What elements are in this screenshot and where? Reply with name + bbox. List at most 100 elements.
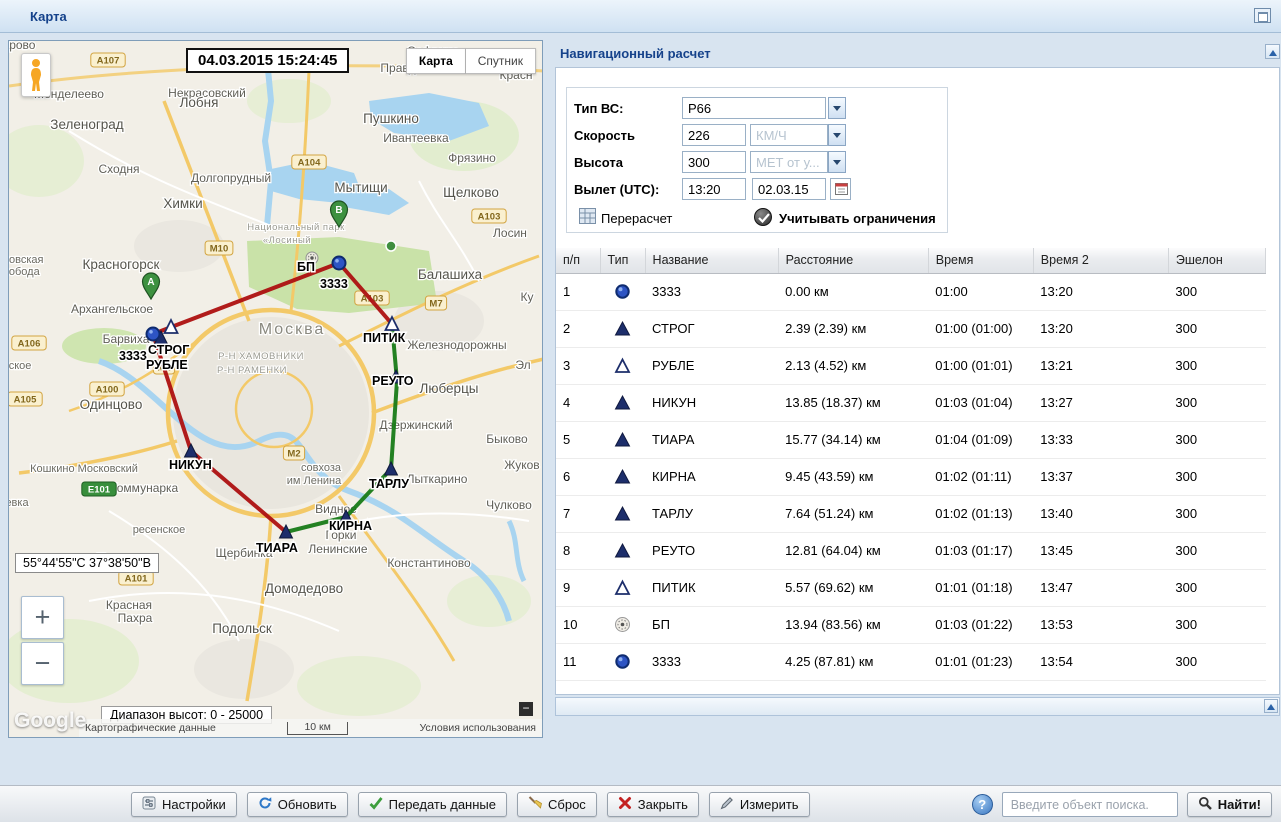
map-town-label: Домодедово bbox=[265, 581, 343, 596]
altitude-unit-field[interactable] bbox=[750, 151, 828, 173]
waypoint-label: 3333 bbox=[320, 277, 348, 291]
calendar-button[interactable] bbox=[830, 178, 851, 200]
measure-button[interactable]: Измерить bbox=[709, 792, 810, 817]
cell-time: 01:03 (01:17) bbox=[928, 532, 1033, 569]
altitude-input[interactable] bbox=[682, 151, 746, 173]
aircraft-type-dropdown[interactable] bbox=[828, 97, 846, 119]
road-badge: М7 bbox=[425, 296, 446, 310]
road-badge: М2 bbox=[283, 446, 304, 460]
cell-level: 300 bbox=[1168, 384, 1265, 421]
find-button[interactable]: Найти! bbox=[1187, 792, 1272, 817]
map-town-label: Ленинские bbox=[308, 542, 367, 556]
map-town-label: Лобня bbox=[180, 95, 219, 110]
settings-icon bbox=[142, 796, 156, 813]
map-view-button[interactable]: Карта bbox=[406, 48, 466, 74]
map-marker-park[interactable] bbox=[386, 241, 396, 251]
waypoint-label: РЕУТО bbox=[372, 374, 414, 388]
table-row[interactable]: 8РЕУТО12.81 (64.04) км01:03 (01:17)13:45… bbox=[556, 532, 1266, 569]
map-canvas[interactable]: СофриноКраснаровоНекрасовскийПравдинский… bbox=[9, 41, 543, 738]
waypoint-type-icon bbox=[600, 273, 645, 310]
svg-text:А106: А106 bbox=[18, 339, 41, 350]
transmit-data-button[interactable]: Передать данные bbox=[358, 792, 507, 817]
table-row[interactable]: 2СТРОГ2.39 (2.39) км01:00 (01:00)13:2030… bbox=[556, 310, 1266, 347]
table-row[interactable]: 5ТИАРА15.77 (34.14) км01:04 (01:09)13:33… bbox=[556, 421, 1266, 458]
table-row[interactable]: 9ПИТИК5.57 (69.62) км01:01 (01:18)13:473… bbox=[556, 569, 1266, 606]
zoom-out-button[interactable]: − bbox=[21, 642, 64, 685]
col-distance[interactable]: Расстояние bbox=[778, 248, 928, 273]
altitude-label: Высота bbox=[574, 155, 623, 170]
reset-button[interactable]: Сброс bbox=[517, 792, 597, 817]
map-town-label: Красногорск bbox=[83, 257, 160, 272]
table-row[interactable]: 133330.00 км01:0013:20300 bbox=[556, 273, 1266, 310]
expand-panel-button[interactable] bbox=[1264, 699, 1278, 713]
restore-window-icon[interactable] bbox=[1254, 8, 1271, 23]
road-badge: А107 bbox=[91, 53, 125, 67]
table-row[interactable]: 3РУБЛЕ2.13 (4.52) км01:00 (01:01)13:2130… bbox=[556, 347, 1266, 384]
terms-link[interactable]: Условия использования bbox=[419, 722, 536, 734]
collapse-scale-icon[interactable]: − bbox=[519, 702, 533, 716]
speed-unit-dropdown[interactable] bbox=[828, 124, 846, 146]
col-time2[interactable]: Время 2 bbox=[1033, 248, 1168, 273]
map-marker-dot[interactable] bbox=[147, 328, 160, 341]
col-type[interactable]: Тип bbox=[600, 248, 645, 273]
col-index[interactable]: п/п bbox=[556, 248, 600, 273]
zoom-in-button[interactable]: + bbox=[21, 596, 64, 639]
col-name[interactable]: Название bbox=[645, 248, 778, 273]
map-panel[interactable]: СофриноКраснаровоНекрасовскийПравдинский… bbox=[8, 40, 543, 738]
map-town-label: Сходня bbox=[98, 162, 139, 176]
map-town-label: Архангельское bbox=[71, 302, 153, 316]
cell-name: СТРОГ bbox=[645, 310, 778, 347]
svg-text:А105: А105 bbox=[14, 395, 37, 406]
aircraft-type-input[interactable] bbox=[682, 97, 826, 119]
cell-level: 300 bbox=[1168, 347, 1265, 384]
recalculate-icon[interactable] bbox=[579, 208, 596, 227]
map-marker-dot[interactable] bbox=[333, 257, 346, 270]
waypoint-type-icon bbox=[600, 643, 645, 680]
table-row[interactable]: 1133334.25 (87.81) км01:01 (01:23)13:543… bbox=[556, 643, 1266, 680]
cell-level: 300 bbox=[1168, 569, 1265, 606]
cell-name: РЕУТО bbox=[645, 532, 778, 569]
satellite-view-button[interactable]: Спутник bbox=[466, 48, 536, 74]
scroll-up-button[interactable] bbox=[1265, 44, 1280, 59]
title-bar: Карта bbox=[0, 0, 1281, 33]
close-button[interactable]: Закрыть bbox=[607, 792, 699, 817]
cell-time2: 13:21 bbox=[1033, 347, 1168, 384]
departure-date-input[interactable] bbox=[752, 178, 826, 200]
map-town-label: Жуков bbox=[504, 458, 539, 472]
road-badge: А106 bbox=[12, 336, 46, 350]
map-town-label: Мытищи bbox=[334, 180, 387, 195]
speed-input[interactable] bbox=[682, 124, 746, 146]
search-input[interactable] bbox=[1002, 792, 1178, 817]
cell-index: 5 bbox=[556, 421, 600, 458]
recalculate-link[interactable]: Перерасчет bbox=[601, 211, 672, 226]
pegman-icon[interactable] bbox=[21, 53, 51, 97]
cell-time2: 13:47 bbox=[1033, 569, 1168, 606]
cell-index: 3 bbox=[556, 347, 600, 384]
cell-time2: 13:20 bbox=[1033, 310, 1168, 347]
cell-time: 01:02 (01:11) bbox=[928, 458, 1033, 495]
departure-label: Вылет (UTC): bbox=[574, 182, 659, 197]
navigation-panel: Навигационный расчет Тип ВС: Скорость Вы… bbox=[551, 40, 1281, 738]
col-time[interactable]: Время bbox=[928, 248, 1033, 273]
settings-button[interactable]: Настройки bbox=[131, 792, 237, 817]
map-town-label: Лыткарино bbox=[407, 472, 468, 486]
restrictions-checkbox[interactable] bbox=[754, 208, 772, 226]
close-icon bbox=[618, 796, 632, 813]
svg-text:А104: А104 bbox=[298, 158, 321, 169]
col-level[interactable]: Эшелон bbox=[1168, 248, 1265, 273]
map-town-label: Долгопрудный bbox=[191, 171, 271, 185]
cell-time2: 13:45 bbox=[1033, 532, 1168, 569]
cell-level: 300 bbox=[1168, 532, 1265, 569]
departure-time-input[interactable] bbox=[682, 178, 746, 200]
table-row[interactable]: 7ТАРЛУ7.64 (51.24) км01:02 (01:13)13:403… bbox=[556, 495, 1266, 532]
cell-distance: 13.85 (18.37) км bbox=[778, 384, 928, 421]
speed-unit-field[interactable] bbox=[750, 124, 828, 146]
help-icon[interactable]: ? bbox=[972, 794, 993, 815]
refresh-button[interactable]: Обновить bbox=[247, 792, 348, 817]
altitude-unit-dropdown[interactable] bbox=[828, 151, 846, 173]
table-row[interactable]: 10БП13.94 (83.56) км01:03 (01:22)13:5330… bbox=[556, 606, 1266, 643]
cell-name: ТИАРА bbox=[645, 421, 778, 458]
table-row[interactable]: 6КИРНА9.45 (43.59) км01:02 (01:11)13:373… bbox=[556, 458, 1266, 495]
route-table-body: 133330.00 км01:0013:203002СТРОГ2.39 (2.3… bbox=[556, 273, 1266, 680]
table-row[interactable]: 4НИКУН13.85 (18.37) км01:03 (01:04)13:27… bbox=[556, 384, 1266, 421]
